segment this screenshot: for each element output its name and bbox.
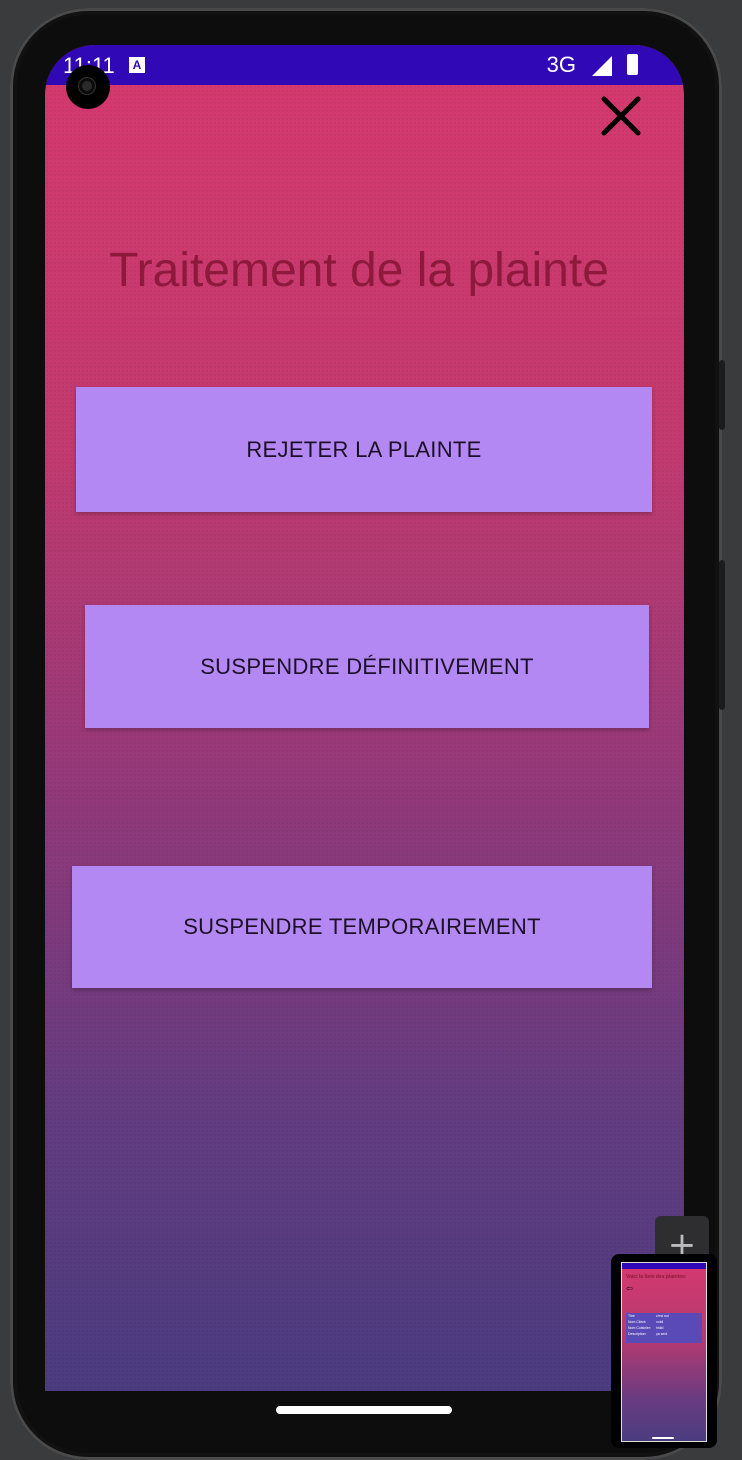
- emulator-preview-thumbnail[interactable]: Voici la liste des plaintes: ⇦ Titre c'es…: [611, 1254, 717, 1448]
- volume-button: [719, 560, 725, 710]
- preview-title: Voici la liste des plaintes:: [626, 1274, 687, 1280]
- suspend-temporarily-button[interactable]: SUSPENDRE TEMPORAIREMENT: [72, 866, 652, 988]
- preview-row: Description: ça sent: [628, 1332, 668, 1336]
- status-bar: 11:11 A 3G: [45, 45, 684, 85]
- signal-icon: [592, 56, 612, 76]
- page-title: Traitement de la plainte: [109, 244, 609, 297]
- reject-complaint-button[interactable]: REJETER LA PLAINTE: [76, 387, 652, 512]
- front-camera: [66, 65, 110, 109]
- suspend-permanently-button[interactable]: SUSPENDRE DÉFINITIVEMENT: [85, 605, 649, 728]
- close-icon[interactable]: [598, 93, 644, 139]
- app-screen: 11:11 A 3G Traitement de la plainte REJE…: [45, 45, 684, 1391]
- preview-complaint-card: Titre c'est nul Nom Client: voidi Nom Cuis…: [626, 1313, 702, 1343]
- battery-icon: [627, 54, 638, 75]
- preview-back-arrow-icon: ⇦: [626, 1284, 633, 1293]
- preview-screen: Voici la liste des plaintes: ⇦ Titre c'es…: [621, 1262, 707, 1442]
- a-notification-icon: A: [129, 57, 145, 73]
- network-label: 3G: [546, 52, 576, 77]
- preview-home-indicator: [652, 1437, 674, 1439]
- power-button: [719, 360, 725, 430]
- preview-status-bar: [622, 1263, 706, 1269]
- home-indicator[interactable]: [276, 1406, 452, 1414]
